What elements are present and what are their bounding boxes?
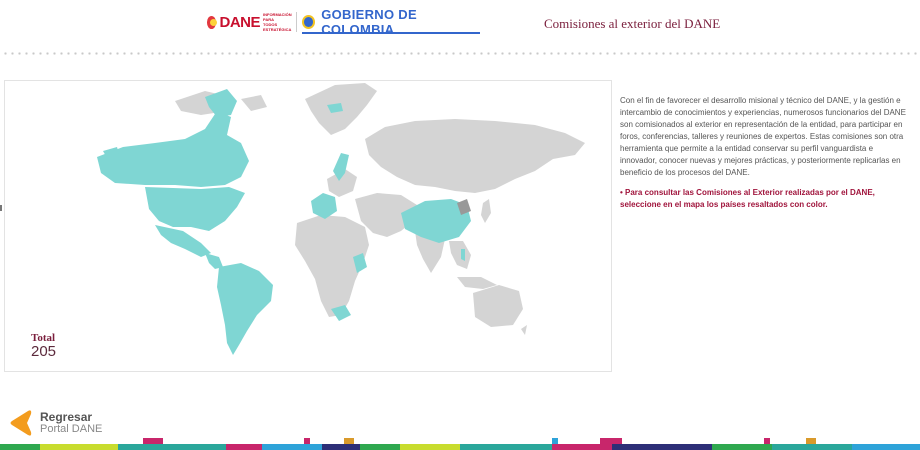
dane-logo-icon [207, 15, 218, 29]
back-arrow-icon [8, 409, 32, 437]
total-counter: Total 205 [31, 332, 56, 360]
info-panel: Con el fin de favorecer el desarrollo mi… [620, 95, 912, 211]
dane-logo-text: DANE [219, 13, 260, 31]
world-map [97, 83, 585, 355]
colombia-shield-icon [302, 15, 316, 29]
country-philippines[interactable] [461, 249, 465, 261]
country-mexico[interactable] [155, 225, 211, 257]
header: DANE INFORMACIÓN PARA TODOS ESTRATÉGICA … [0, 0, 920, 48]
dotted-divider [0, 49, 920, 57]
scroll-handle[interactable] [0, 205, 2, 211]
country-western-europe[interactable] [311, 193, 337, 219]
logo-divider [296, 12, 297, 32]
dane-logo[interactable]: DANE INFORMACIÓN PARA TODOS ESTRATÉGICA [207, 12, 292, 32]
gobierno-logo-text: GOBIERNO DE COLOMBIA [321, 7, 417, 37]
dane-logo-subtext: INFORMACIÓN PARA TODOS ESTRATÉGICA [263, 12, 292, 32]
bottom-color-bar [0, 444, 920, 450]
country-south-america[interactable] [217, 263, 273, 355]
back-label-line2: Portal DANE [40, 423, 103, 435]
country-canada[interactable] [97, 111, 249, 187]
page-title: Comisiones al exterior del DANE [544, 16, 721, 31]
info-description: Con el fin de favorecer el desarrollo mi… [620, 96, 906, 177]
back-label: Regresar Portal DANE [40, 411, 102, 435]
back-label-line1: Regresar [40, 410, 93, 424]
world-map-panel: Total 205 [4, 80, 612, 372]
total-value: 205 [31, 343, 57, 360]
country-usa[interactable] [145, 187, 245, 231]
country-central-america[interactable] [205, 253, 223, 269]
gobierno-logo[interactable]: GOBIERNO DE COLOMBIA [302, 7, 480, 37]
info-note: • Para consultar las Comisiones al Exter… [620, 188, 875, 209]
back-to-portal-button[interactable]: Regresar Portal DANE [8, 408, 102, 438]
